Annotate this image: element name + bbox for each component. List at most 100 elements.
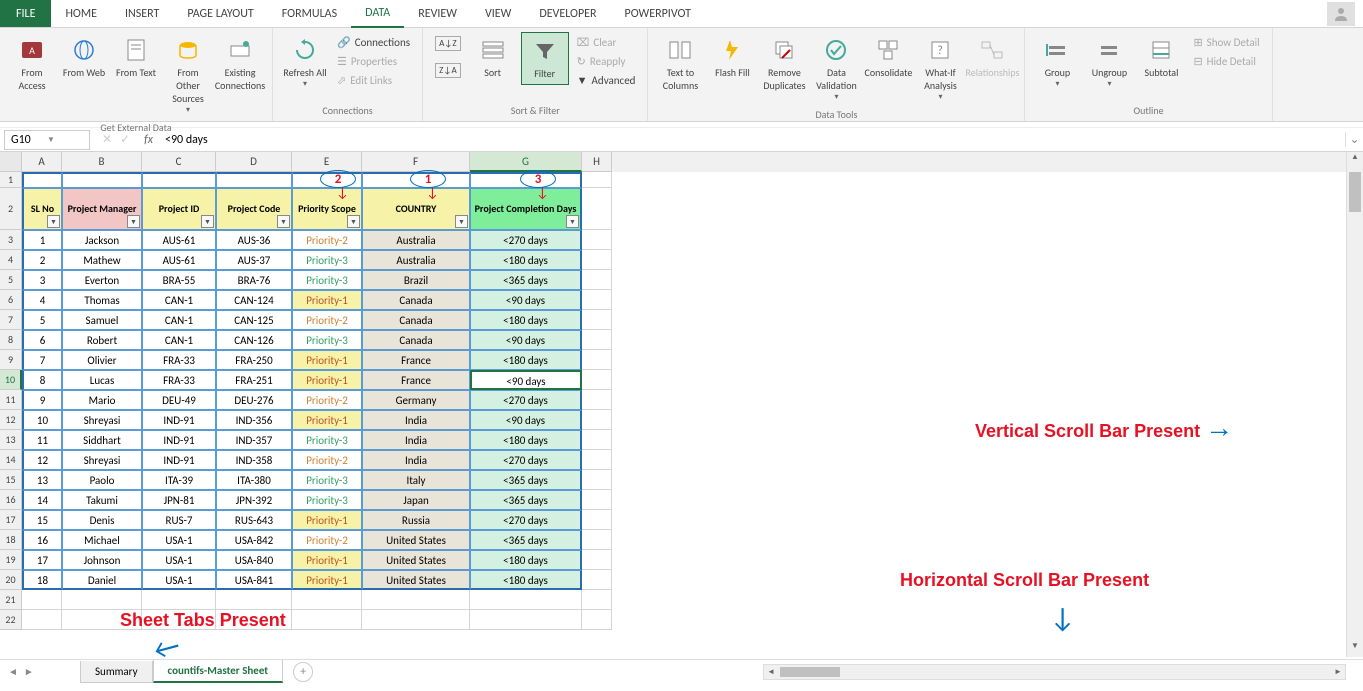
select-all-corner[interactable] (0, 152, 22, 172)
whatif-button[interactable]: ?What-If Analysis▾ (916, 32, 964, 106)
cell-priority[interactable]: Priority-3 (292, 430, 362, 450)
cell-pm[interactable]: Denis (62, 510, 142, 530)
cell-sl[interactable]: 5 (22, 310, 62, 330)
row-header-4[interactable]: 4 (0, 250, 22, 270)
cell-pm[interactable]: Lucas (62, 370, 142, 390)
group-button[interactable]: Group▾ (1033, 32, 1081, 93)
scroll-up-icon[interactable]: ▲ (1347, 152, 1363, 168)
cell-code[interactable]: DEU-276 (216, 390, 292, 410)
properties-button[interactable]: ☰Properties (333, 53, 414, 70)
cell-country[interactable]: United States (362, 530, 470, 550)
hide-detail-button[interactable]: ⊟Hide Detail (1189, 53, 1263, 70)
cell-code[interactable]: USA-841 (216, 570, 292, 590)
name-box[interactable]: G10▼ (4, 130, 90, 150)
th-project-code[interactable]: Project Code▼ (216, 188, 292, 230)
existing-connections-button[interactable]: Existing Connections (216, 32, 264, 96)
cell-code[interactable]: FRA-250 (216, 350, 292, 370)
row-header-2[interactable]: 2 (0, 188, 22, 230)
cell-pm[interactable]: Olivier (62, 350, 142, 370)
cell-sl[interactable]: 3 (22, 270, 62, 290)
filter-dropdown-icon[interactable]: ▼ (347, 215, 360, 228)
cell-code[interactable]: JPN-392 (216, 490, 292, 510)
cell-pid[interactable]: CAN-1 (142, 330, 216, 350)
cell-pid[interactable]: IND-91 (142, 410, 216, 430)
cell-priority[interactable]: Priority-1 (292, 370, 362, 390)
cell-completion[interactable]: <270 days (470, 450, 582, 470)
cell-sl[interactable]: 2 (22, 250, 62, 270)
cell-country[interactable]: Germany (362, 390, 470, 410)
add-sheet-button[interactable]: + (293, 662, 313, 682)
relationships-button[interactable]: Relationships (968, 32, 1016, 83)
cell-priority[interactable]: Priority-2 (292, 230, 362, 250)
cell-pm[interactable]: Shreyasi (62, 410, 142, 430)
edit-links-button[interactable]: ⬀Edit Links (333, 72, 414, 89)
cell-sl[interactable]: 15 (22, 510, 62, 530)
cell-completion[interactable]: <270 days (470, 510, 582, 530)
formula-input[interactable]: <90 days (159, 131, 1345, 149)
th-completion-days[interactable]: Project Completion Days▼ (470, 188, 582, 230)
cell-sl[interactable]: 9 (22, 390, 62, 410)
cell-country[interactable]: Canada (362, 290, 470, 310)
th-priority-scope[interactable]: Priority Scope▼ (292, 188, 362, 230)
cell-country[interactable]: Canada (362, 310, 470, 330)
sort-asc-button[interactable]: A↓Z (431, 34, 465, 53)
cell-pm[interactable]: Siddhart (62, 430, 142, 450)
cell-pid[interactable]: AUS-61 (142, 250, 216, 270)
hscroll-thumb[interactable] (780, 667, 840, 677)
cell-country[interactable]: Japan (362, 490, 470, 510)
cell-priority[interactable]: Priority-3 (292, 270, 362, 290)
connections-button[interactable]: 🔗Connections (333, 34, 414, 51)
row-header-20[interactable]: 20 (0, 570, 22, 590)
clear-button[interactable]: ⌧Clear (573, 34, 640, 51)
row-header-17[interactable]: 17 (0, 510, 22, 530)
cell-completion[interactable]: <365 days (470, 270, 582, 290)
from-other-sources-button[interactable]: From Other Sources▾ (164, 32, 212, 119)
cell-pm[interactable]: Daniel (62, 570, 142, 590)
cell-completion[interactable]: <180 days (470, 350, 582, 370)
cell-priority[interactable]: Priority-2 (292, 450, 362, 470)
cell-priority[interactable]: Priority-3 (292, 490, 362, 510)
cell-completion[interactable]: <180 days (470, 570, 582, 590)
row-header-8[interactable]: 8 (0, 330, 22, 350)
sheet-tab-master[interactable]: countifs-Master Sheet (153, 660, 284, 683)
col-header-G[interactable]: G (470, 152, 582, 172)
cell-pid[interactable]: JPN-81 (142, 490, 216, 510)
cell-priority[interactable]: Priority-2 (292, 530, 362, 550)
cell-completion[interactable]: <180 days (470, 250, 582, 270)
cell-pid[interactable]: USA-1 (142, 530, 216, 550)
cell-country[interactable]: United States (362, 550, 470, 570)
col-header-B[interactable]: B (62, 152, 142, 172)
cell-pid[interactable]: AUS-61 (142, 230, 216, 250)
cell-priority[interactable]: Priority-1 (292, 570, 362, 590)
cell-pm[interactable]: Paolo (62, 470, 142, 490)
row-header-3[interactable]: 3 (0, 230, 22, 250)
tab-review[interactable]: REVIEW (404, 1, 471, 27)
fx-icon[interactable]: fx (138, 133, 159, 147)
filter-button[interactable]: Filter (521, 32, 569, 85)
cell-code[interactable]: AUS-36 (216, 230, 292, 250)
cell-sl[interactable]: 11 (22, 430, 62, 450)
cell-pm[interactable]: Thomas (62, 290, 142, 310)
chevron-down-icon[interactable]: ▼ (47, 135, 83, 145)
cell-pm[interactable]: Michael (62, 530, 142, 550)
enter-formula-icon[interactable]: ✓ (120, 132, 130, 147)
row-header-21[interactable]: 21 (0, 590, 22, 610)
cell-pm[interactable]: Johnson (62, 550, 142, 570)
chevron-left-icon[interactable]: ◄ (8, 665, 18, 678)
row-header-13[interactable]: 13 (0, 430, 22, 450)
cell-pid[interactable]: USA-1 (142, 570, 216, 590)
tab-data[interactable]: DATA (351, 0, 404, 28)
cell-priority[interactable]: Priority-1 (292, 350, 362, 370)
cell-country[interactable]: United States (362, 570, 470, 590)
col-header-A[interactable]: A (22, 152, 62, 172)
cell-pid[interactable]: IND-91 (142, 430, 216, 450)
cell-country[interactable]: France (362, 350, 470, 370)
col-header-E[interactable]: E (292, 152, 362, 172)
cell-code[interactable]: FRA-251 (216, 370, 292, 390)
filter-dropdown-icon[interactable]: ▼ (277, 215, 290, 228)
cell-pid[interactable]: FRA-33 (142, 350, 216, 370)
row-header-16[interactable]: 16 (0, 490, 22, 510)
cell-code[interactable]: AUS-37 (216, 250, 292, 270)
cell-code[interactable]: IND-358 (216, 450, 292, 470)
cell-priority[interactable]: Priority-1 (292, 550, 362, 570)
